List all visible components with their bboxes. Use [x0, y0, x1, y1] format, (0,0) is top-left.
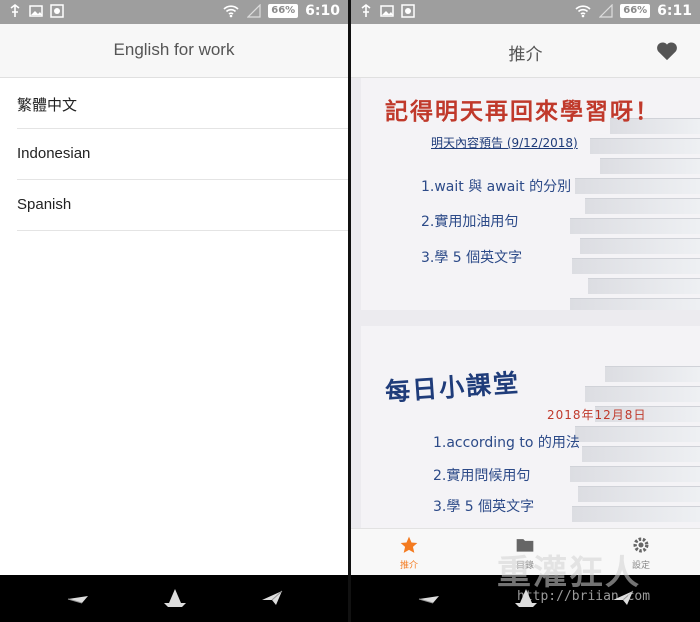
- preview-item: 3.學 5 個英文字: [421, 250, 523, 266]
- card-date: 2018年12月8日: [547, 408, 647, 422]
- left-phone-screen: 66% 6:10 English for work 繁體中文 Indonesia…: [0, 0, 348, 622]
- status-bar: 66% 6:11: [351, 0, 700, 24]
- back-boat-icon[interactable]: [417, 587, 441, 609]
- lesson-item: 3.學 5 個英文字: [433, 499, 535, 515]
- language-list: 繁體中文 Indonesian Spanish: [0, 78, 348, 231]
- right-phone-screen: 66% 6:11 推介 記得明天再回來學習呀！ 明天內容預告 (9/12/201…: [351, 0, 700, 622]
- favorite-heart-icon[interactable]: [656, 40, 678, 62]
- recommend-feed[interactable]: 記得明天再回來學習呀！ 明天內容預告 (9/12/2018) 1.wait 與 …: [351, 78, 700, 528]
- wifi-icon: [575, 5, 591, 18]
- home-boat-icon[interactable]: [163, 587, 187, 609]
- watermark-url: http://briian.com: [517, 589, 651, 604]
- language-item-indonesian[interactable]: Indonesian: [17, 129, 348, 180]
- signal-icon: [247, 4, 261, 18]
- battery-indicator: 66%: [268, 4, 299, 18]
- status-clock: 6:10: [305, 3, 340, 19]
- lesson-item: 2.實用問候用句: [433, 468, 531, 484]
- gallery-icon: [380, 5, 394, 17]
- app-notification-icon: [50, 4, 64, 18]
- app-notification-icon: [401, 4, 415, 18]
- recent-plane-icon[interactable]: [260, 587, 284, 609]
- preview-item: 1.wait 與 await 的分別: [421, 179, 572, 195]
- gallery-icon: [29, 5, 43, 17]
- language-item-traditional-chinese[interactable]: 繁體中文: [17, 78, 348, 129]
- wifi-icon: [223, 5, 239, 18]
- app-bar: English for work: [0, 24, 348, 78]
- signal-icon: [599, 4, 613, 18]
- preview-card[interactable]: 記得明天再回來學習呀！ 明天內容預告 (9/12/2018) 1.wait 與 …: [361, 78, 700, 310]
- usb-debug-icon: [10, 4, 20, 17]
- star-icon: [400, 536, 418, 553]
- book-stack-image: [570, 118, 700, 310]
- card-subtitle: 明天內容預告 (9/12/2018): [431, 136, 578, 150]
- tab-recommend[interactable]: 推介: [369, 535, 449, 571]
- page-title: English for work: [113, 40, 235, 59]
- status-bar: 66% 6:10: [0, 0, 348, 24]
- language-item-spanish[interactable]: Spanish: [17, 180, 348, 231]
- lesson-item: 1.according to 的用法: [433, 435, 580, 451]
- system-nav-bar: [0, 575, 348, 622]
- site-watermark: 重灌狂人 http://briian.com: [497, 545, 697, 615]
- card-headline: 記得明天再回來學習呀！: [385, 99, 660, 125]
- preview-item: 2.實用加油用句: [421, 214, 519, 230]
- battery-indicator: 66%: [620, 4, 651, 18]
- watermark-text: 重灌狂人: [497, 553, 641, 593]
- status-clock: 6:11: [657, 3, 692, 19]
- page-title: 推介: [508, 45, 543, 64]
- card-headline: 每日小課堂: [384, 368, 521, 407]
- daily-lesson-card[interactable]: 每日小課堂 2018年12月8日 1.according to 的用法 2.實用…: [361, 326, 700, 528]
- tab-label: 推介: [399, 561, 418, 571]
- screenshot-root: 66% 6:10 English for work 繁體中文 Indonesia…: [0, 0, 700, 622]
- usb-debug-icon: [361, 4, 371, 17]
- back-boat-icon[interactable]: [66, 587, 90, 609]
- app-bar: 推介: [351, 24, 700, 78]
- book-stack-image: [570, 366, 700, 528]
